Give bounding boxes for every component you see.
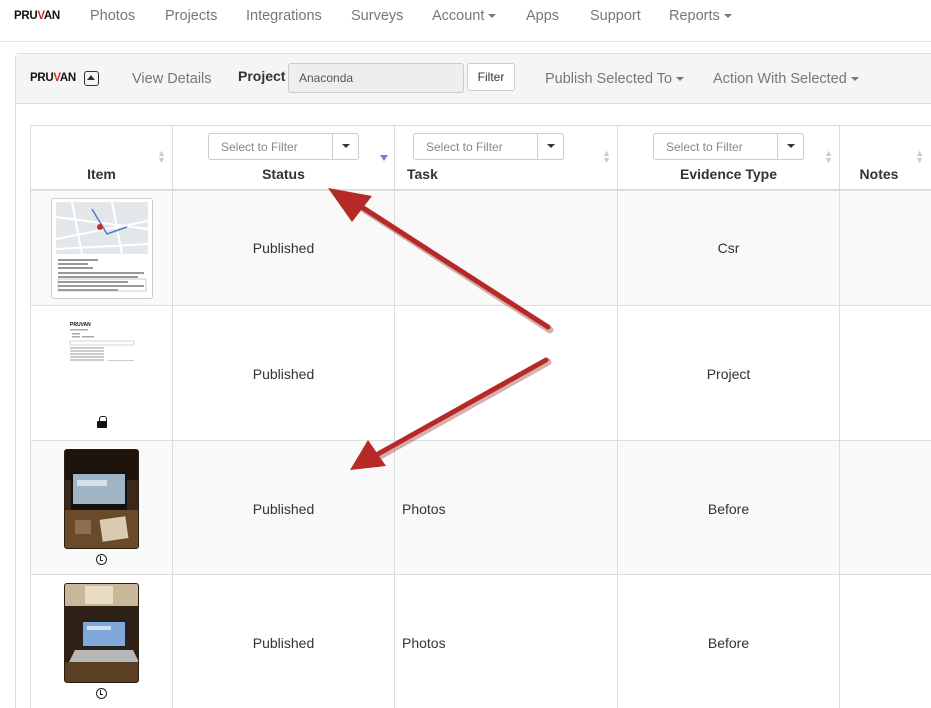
nav-account-dropdown[interactable]: Account (432, 8, 497, 24)
project-input[interactable]: Anaconda (288, 63, 464, 93)
sort-descending-icon (380, 155, 388, 161)
evidence-type-cell: Before (618, 575, 840, 708)
column-header-notes[interactable]: Notes ▲ ▼ (840, 126, 931, 190)
status-cell: Published (173, 575, 395, 708)
nav-projects[interactable]: Projects (165, 8, 217, 24)
action-with-selected-dropdown[interactable]: Action With Selected (713, 71, 859, 87)
table-row[interactable]: Published Photos Before (31, 575, 931, 708)
project-label: Project (238, 68, 286, 84)
pruvan-logo-small: PRUVAN (30, 72, 76, 84)
item-cell (31, 441, 173, 574)
sort-icon: ▲ ▼ (602, 148, 611, 165)
nav-support[interactable]: Support (590, 8, 641, 24)
status-cell: Published (173, 306, 395, 440)
map-document-thumbnail[interactable] (51, 198, 153, 299)
caret-down-icon (850, 77, 859, 82)
clock-icon (96, 688, 107, 699)
column-header-item[interactable]: Item ▲ ▼ (31, 126, 173, 190)
table-row[interactable]: PRUVAN Published Project (31, 306, 931, 441)
nav-surveys[interactable]: Surveys (351, 8, 403, 24)
report-document-thumbnail[interactable]: PRUVAN (68, 320, 136, 368)
publish-selected-dropdown[interactable]: Publish Selected To (545, 71, 685, 87)
evidence-type-cell: Before (618, 441, 840, 574)
filter-button[interactable]: Filter (467, 63, 515, 91)
notes-cell (840, 575, 931, 708)
svg-text:PRUVAN: PRUVAN (70, 322, 91, 328)
task-filter-select[interactable]: Select to Filter (413, 133, 564, 160)
nav-photos[interactable]: Photos (90, 8, 135, 24)
panel-toolbar: PRUVAN View Details Project Anaconda Fil… (16, 54, 931, 104)
clock-icon (96, 554, 107, 565)
notes-cell (840, 191, 931, 305)
status-cell: Published (173, 191, 395, 305)
status-cell: Published (173, 441, 395, 574)
nav-apps[interactable]: Apps (526, 8, 559, 24)
item-cell (31, 575, 173, 708)
notes-cell (840, 441, 931, 574)
table-row[interactable]: Published Photos Before (31, 441, 931, 575)
task-cell (395, 191, 618, 305)
sort-icon: ▲ ▼ (157, 148, 166, 165)
sort-icon: ▲ ▼ (824, 148, 833, 165)
evidence-type-cell: Project (618, 306, 840, 440)
table-header: Item ▲ ▼ Select to Filter Status Select t… (31, 125, 931, 191)
caret-down-icon (676, 77, 685, 82)
task-cell: Photos (395, 575, 618, 708)
sort-icon: ▲ ▼ (915, 148, 924, 165)
evidence-type-filter-select[interactable]: Select to Filter (653, 133, 804, 160)
notes-cell (840, 306, 931, 440)
collapse-toggle-icon[interactable] (84, 71, 99, 86)
caret-down-icon (488, 14, 497, 19)
lock-icon (97, 416, 107, 428)
caret-down-icon (723, 14, 732, 19)
desk-photo-thumbnail[interactable] (64, 449, 139, 549)
column-header-task[interactable]: Select to Filter Task ▲ ▼ (395, 126, 618, 190)
table-row[interactable]: Published Csr (31, 191, 931, 306)
column-header-status[interactable]: Select to Filter Status (173, 126, 395, 190)
laptop-photo-thumbnail[interactable] (64, 583, 139, 683)
task-cell: Photos (395, 441, 618, 574)
view-details-link[interactable]: View Details (132, 71, 212, 87)
evidence-table: Item ▲ ▼ Select to Filter Status Select t… (30, 125, 931, 708)
top-navbar: PRUVAN Photos Projects Integrations Surv… (0, 0, 931, 42)
column-header-evidence-type[interactable]: Select to Filter Evidence Type ▲ ▼ (618, 126, 840, 190)
dropdown-caret-icon (777, 134, 803, 159)
evidence-type-cell: Csr (618, 191, 840, 305)
pruvan-logo[interactable]: PRUVAN (14, 10, 60, 22)
nav-reports-dropdown[interactable]: Reports (669, 8, 732, 24)
status-filter-select[interactable]: Select to Filter (208, 133, 359, 160)
item-cell: PRUVAN (31, 306, 173, 440)
task-cell (395, 306, 618, 440)
dropdown-caret-icon (537, 134, 563, 159)
item-cell (31, 191, 173, 305)
dropdown-caret-icon (332, 134, 358, 159)
nav-integrations[interactable]: Integrations (246, 8, 322, 24)
